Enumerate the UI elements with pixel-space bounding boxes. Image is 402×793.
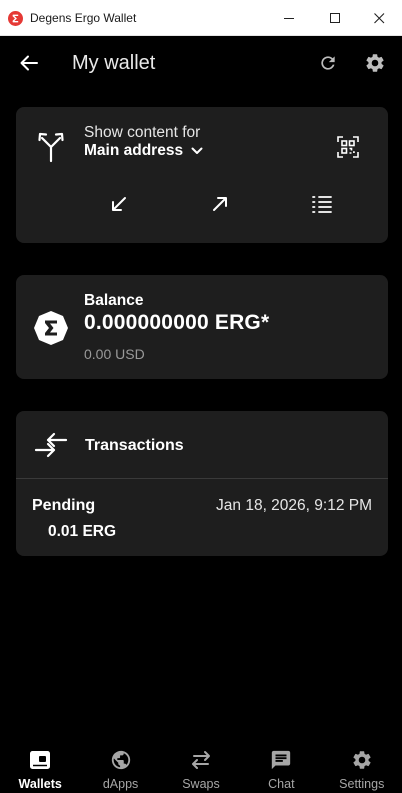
chevron-down-icon <box>190 144 204 158</box>
fork-icon <box>38 131 64 168</box>
refresh-icon[interactable] <box>316 51 340 75</box>
transaction-status: Pending <box>32 497 96 514</box>
transactions-title: Transactions <box>85 437 184 454</box>
app-logo-icon <box>8 11 23 26</box>
wallet-icon <box>28 749 52 771</box>
receive-arrow-icon[interactable] <box>106 191 132 217</box>
balance-label: Balance <box>84 292 144 309</box>
send-arrow-icon[interactable] <box>207 191 233 217</box>
gear-icon[interactable] <box>363 51 387 75</box>
minimize-button[interactable] <box>266 0 312 36</box>
maximize-button[interactable] <box>312 0 358 36</box>
nav-label-dapps: dApps <box>102 777 139 791</box>
qr-code-icon[interactable] <box>336 135 360 159</box>
nav-dapps[interactable]: dApps <box>80 739 160 793</box>
transaction-amount: 0.01 ERG <box>48 523 117 540</box>
transaction-row[interactable]: Pending Jan 18, 2026, 9:12 PM 0.01 ERG <box>16 479 388 556</box>
swap-arrows-icon <box>34 431 68 464</box>
transactions-card: Transactions Pending Jan 18, 2026, 9:12 … <box>16 411 388 556</box>
window-title: Degens Ergo Wallet <box>30 11 137 25</box>
swap-arrows-icon <box>189 749 213 771</box>
close-button[interactable] <box>356 0 402 36</box>
app-bar: My wallet <box>0 36 402 92</box>
chat-bubble-icon <box>269 749 293 771</box>
back-arrow-icon[interactable] <box>16 50 42 76</box>
nav-swaps[interactable]: Swaps <box>161 739 241 793</box>
balance-card: Balance 0.000000000 ERG* 0.00 USD <box>16 275 388 379</box>
address-selector-label: Main address <box>84 142 184 159</box>
list-icon[interactable] <box>309 191 335 217</box>
nav-label-chat: Chat <box>268 777 295 791</box>
nav-label-swaps: Swaps <box>182 777 220 791</box>
nav-label-settings: Settings <box>339 777 385 791</box>
balance-fiat: 0.00 USD <box>84 346 145 362</box>
erg-logo-icon <box>33 310 69 351</box>
bottom-navigation: Wallets dApps Swaps Chat Settings <box>0 739 402 793</box>
nav-label-wallets: Wallets <box>18 777 62 791</box>
nav-wallets[interactable]: Wallets <box>0 739 80 793</box>
globe-icon <box>109 749 133 771</box>
balance-amount: 0.000000000 ERG* <box>84 311 270 334</box>
window-titlebar: Degens Ergo Wallet <box>0 0 402 36</box>
address-card: Show content for Main address <box>16 107 388 243</box>
address-selector[interactable]: Main address <box>84 142 204 160</box>
nav-settings[interactable]: Settings <box>322 739 402 793</box>
page-title: My wallet <box>72 52 156 74</box>
transaction-date: Jan 18, 2026, 9:12 PM <box>216 497 372 514</box>
nav-chat[interactable]: Chat <box>241 739 321 793</box>
gear-icon <box>350 749 374 771</box>
show-content-label: Show content for <box>84 124 201 141</box>
